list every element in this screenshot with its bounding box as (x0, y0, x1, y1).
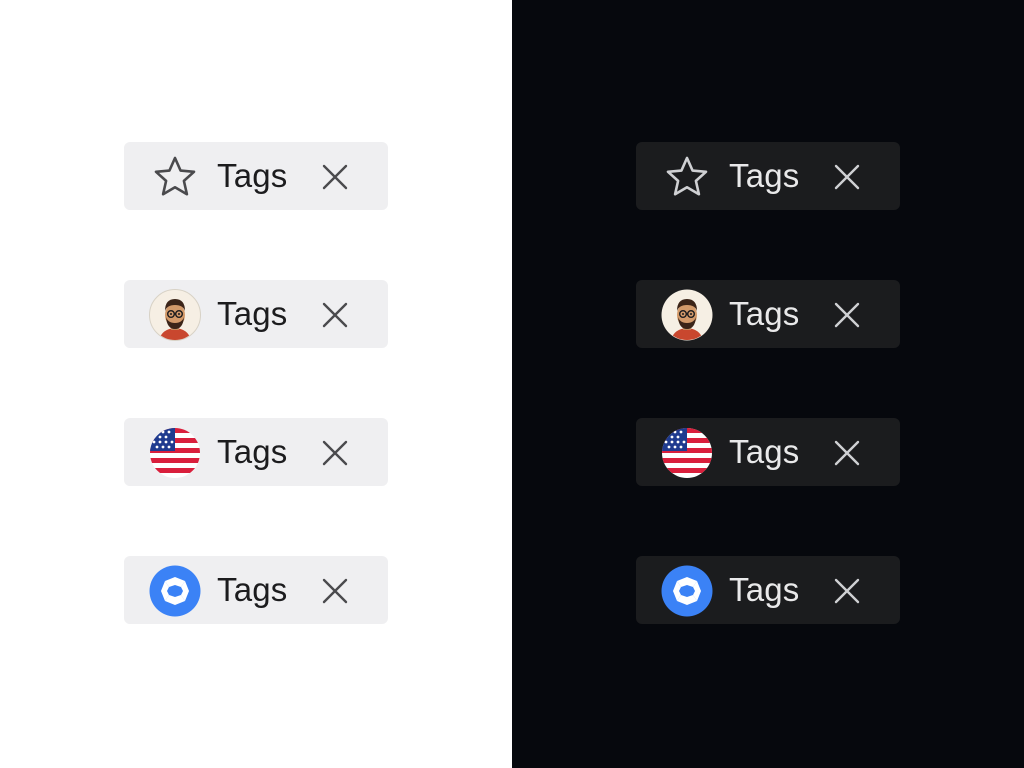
tag-label: Tags (217, 295, 288, 332)
close-icon[interactable] (832, 162, 862, 192)
tag-chip-brand[interactable]: Tags (124, 556, 388, 624)
us-flag-icon (661, 427, 713, 479)
close-icon[interactable] (320, 300, 350, 330)
tag-chip-avatar[interactable]: Tags (636, 280, 900, 348)
close-icon[interactable] (320, 576, 350, 606)
tag-label: Tags (729, 295, 800, 332)
tag-label: Tags (217, 571, 288, 608)
us-flag-icon (149, 427, 201, 479)
tag-label: Tags (729, 157, 800, 194)
tag-chip-star[interactable]: Tags (124, 142, 388, 210)
tag-chip-flag[interactable]: Tags (124, 418, 388, 486)
close-icon[interactable] (832, 438, 862, 468)
avatar (149, 289, 201, 341)
tag-label: Tags (217, 157, 288, 194)
tag-chip-flag[interactable]: Tags (636, 418, 900, 486)
brand-logo-icon (661, 565, 713, 617)
tag-label: Tags (217, 433, 288, 470)
close-icon[interactable] (320, 438, 350, 468)
close-icon[interactable] (832, 300, 862, 330)
tag-chip-star[interactable]: Tags (636, 142, 900, 210)
tag-label: Tags (729, 571, 800, 608)
tag-chip-avatar[interactable]: Tags (124, 280, 388, 348)
star-icon (149, 151, 201, 203)
light-theme-panel: Tags Tags Tags Tags (0, 0, 512, 768)
star-icon (661, 151, 713, 203)
brand-logo-icon (149, 565, 201, 617)
avatar (661, 289, 713, 341)
close-icon[interactable] (832, 576, 862, 606)
tag-label: Tags (729, 433, 800, 470)
tag-chip-brand[interactable]: Tags (636, 556, 900, 624)
close-icon[interactable] (320, 162, 350, 192)
dark-theme-panel: Tags Tags Tags Tags (512, 0, 1024, 768)
